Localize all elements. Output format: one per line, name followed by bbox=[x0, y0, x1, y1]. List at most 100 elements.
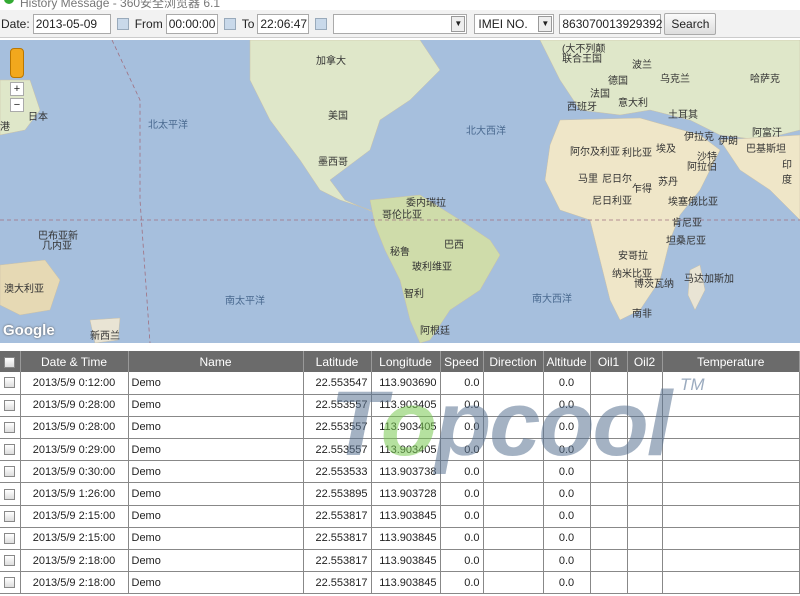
cell-direction bbox=[483, 416, 544, 440]
row-checkbox-cell[interactable] bbox=[0, 416, 21, 440]
checkbox[interactable] bbox=[4, 356, 16, 368]
map[interactable]: + − 日本 港 加拿大 美国 墨西哥 北太平洋 北大西洋 委内瑞拉 哥伦比亚 … bbox=[0, 40, 800, 343]
chevron-down-icon[interactable]: ▼ bbox=[538, 15, 553, 32]
row-checkbox[interactable] bbox=[4, 555, 16, 567]
cell-oil2 bbox=[627, 549, 663, 573]
row-checkbox-cell[interactable] bbox=[0, 460, 21, 484]
calendar-icon[interactable] bbox=[116, 17, 129, 30]
map-label: 日本 bbox=[28, 112, 48, 123]
id-type-select[interactable]: IMEI NO. ▼ bbox=[474, 13, 555, 34]
search-button[interactable]: Search bbox=[664, 12, 717, 35]
cell-longitude: 113.903845 bbox=[371, 505, 441, 528]
cell-altitude: 0.0 bbox=[543, 438, 591, 462]
imei-input[interactable]: 863070013929392 bbox=[559, 13, 662, 34]
row-checkbox[interactable] bbox=[4, 422, 16, 434]
cell-latitude: 22.553817 bbox=[303, 571, 372, 595]
cell-oil2 bbox=[627, 394, 663, 417]
from-time-input[interactable]: 00:00:00 bbox=[165, 13, 218, 34]
col-datetime[interactable]: Date & Time bbox=[20, 351, 129, 372]
cell-name: Demo bbox=[128, 549, 304, 573]
row-checkbox-cell[interactable] bbox=[0, 372, 21, 395]
row-checkbox[interactable] bbox=[4, 510, 16, 522]
row-checkbox[interactable] bbox=[4, 466, 16, 478]
table-row[interactable]: 2013/5/9 0:30:00 Demo 22.553533 113.903738 0… bbox=[0, 460, 800, 484]
cell-speed: 0.0 bbox=[440, 438, 484, 462]
cell-datetime: 2013/5/9 0:29:00 bbox=[20, 438, 129, 462]
col-altitude[interactable]: Altitude bbox=[543, 351, 591, 372]
cell-direction bbox=[483, 505, 544, 528]
col-oil2[interactable]: Oil2 bbox=[627, 351, 663, 372]
cell-latitude: 22.553557 bbox=[303, 394, 372, 417]
row-checkbox-cell[interactable] bbox=[0, 482, 21, 506]
cell-oil2 bbox=[627, 527, 663, 551]
row-checkbox[interactable] bbox=[4, 533, 16, 544]
table-row[interactable]: 2013/5/9 0:29:00 Demo 22.553557 113.903405 0… bbox=[0, 438, 800, 462]
cell-temperature bbox=[662, 505, 800, 528]
cell-datetime: 2013/5/9 2:15:00 bbox=[20, 505, 129, 528]
table-row[interactable]: 2013/5/9 2:18:00 Demo 22.553817 113.903845 0… bbox=[0, 549, 800, 573]
map-label: 新西兰 bbox=[90, 331, 120, 342]
table-row[interactable]: 2013/5/9 2:15:00 Demo 22.553817 113.903845 0… bbox=[0, 527, 800, 551]
cell-name: Demo bbox=[128, 571, 304, 595]
col-longitude[interactable]: Longitude bbox=[371, 351, 441, 372]
cell-altitude: 0.0 bbox=[543, 416, 591, 440]
row-checkbox[interactable] bbox=[4, 577, 16, 589]
row-checkbox-cell[interactable] bbox=[0, 438, 21, 462]
chevron-down-icon[interactable]: ▼ bbox=[451, 15, 466, 32]
row-checkbox[interactable] bbox=[4, 444, 16, 456]
row-checkbox-cell[interactable] bbox=[0, 527, 21, 551]
cell-altitude: 0.0 bbox=[543, 527, 591, 551]
col-direction[interactable]: Direction bbox=[483, 351, 544, 372]
cell-oil1 bbox=[590, 460, 628, 484]
row-checkbox[interactable] bbox=[4, 377, 16, 389]
map-label: 北太平洋 bbox=[148, 120, 188, 131]
table-row[interactable]: 2013/5/9 2:15:00 Demo 22.553817 113.903845 0… bbox=[0, 505, 800, 528]
cell-altitude: 0.0 bbox=[543, 549, 591, 573]
device-select[interactable]: ▼ bbox=[333, 13, 468, 34]
row-checkbox[interactable] bbox=[4, 488, 16, 500]
col-name[interactable]: Name bbox=[128, 351, 304, 372]
col-temperature[interactable]: Temperature bbox=[662, 351, 800, 372]
cell-datetime: 2013/5/9 0:30:00 bbox=[20, 460, 129, 484]
map-label: 几内亚 bbox=[42, 241, 72, 252]
cell-direction bbox=[483, 460, 544, 484]
col-oil1[interactable]: Oil1 bbox=[590, 351, 628, 372]
calendar-icon[interactable] bbox=[223, 17, 236, 30]
zoom-in-button[interactable]: + bbox=[10, 82, 24, 96]
table-row[interactable]: 2013/5/9 1:26:00 Demo 22.553895 113.903728 0… bbox=[0, 482, 800, 506]
table-row[interactable]: 2013/5/9 2:18:00 Demo 22.553817 113.903845 0… bbox=[0, 571, 800, 595]
col-latitude[interactable]: Latitude bbox=[303, 351, 372, 372]
cell-direction bbox=[483, 549, 544, 573]
cell-latitude: 22.553557 bbox=[303, 416, 372, 440]
map-label: 阿富汗 bbox=[752, 128, 782, 139]
row-checkbox-cell[interactable] bbox=[0, 571, 21, 595]
date-input[interactable]: 2013-05-09 bbox=[32, 13, 111, 34]
cell-temperature bbox=[662, 482, 800, 506]
calendar-icon[interactable] bbox=[315, 17, 328, 30]
map-label: 北大西洋 bbox=[466, 126, 506, 137]
table-row[interactable]: 2013/5/9 0:28:00 Demo 22.553557 113.903405 0… bbox=[0, 394, 800, 417]
map-land bbox=[0, 40, 800, 343]
cell-oil2 bbox=[627, 460, 663, 484]
cell-speed: 0.0 bbox=[440, 527, 484, 551]
row-checkbox-cell[interactable] bbox=[0, 505, 21, 528]
select-all-checkbox[interactable] bbox=[0, 351, 21, 372]
street-view-pegman-icon[interactable] bbox=[10, 48, 24, 78]
row-checkbox-cell[interactable] bbox=[0, 549, 21, 573]
cell-datetime: 2013/5/9 2:18:00 bbox=[20, 549, 129, 573]
zoom-out-button[interactable]: − bbox=[10, 98, 24, 112]
map-label: 肯尼亚 bbox=[672, 218, 702, 229]
table-row[interactable]: 2013/5/9 0:28:00 Demo 22.553557 113.903405 0… bbox=[0, 416, 800, 440]
row-checkbox[interactable] bbox=[4, 399, 16, 411]
cell-oil1 bbox=[590, 482, 628, 506]
map-label: 马达加斯加 bbox=[684, 274, 734, 285]
col-speed[interactable]: Speed bbox=[440, 351, 484, 372]
cell-speed: 0.0 bbox=[440, 394, 484, 417]
to-time-input[interactable]: 22:06:47 bbox=[257, 13, 310, 34]
cell-datetime: 2013/5/9 2:15:00 bbox=[20, 527, 129, 551]
browser-icon bbox=[4, 0, 14, 4]
map-label: 利比亚 bbox=[622, 148, 652, 159]
row-checkbox-cell[interactable] bbox=[0, 394, 21, 417]
map-label: 德国 bbox=[608, 76, 628, 87]
map-label: 墨西哥 bbox=[318, 157, 348, 168]
